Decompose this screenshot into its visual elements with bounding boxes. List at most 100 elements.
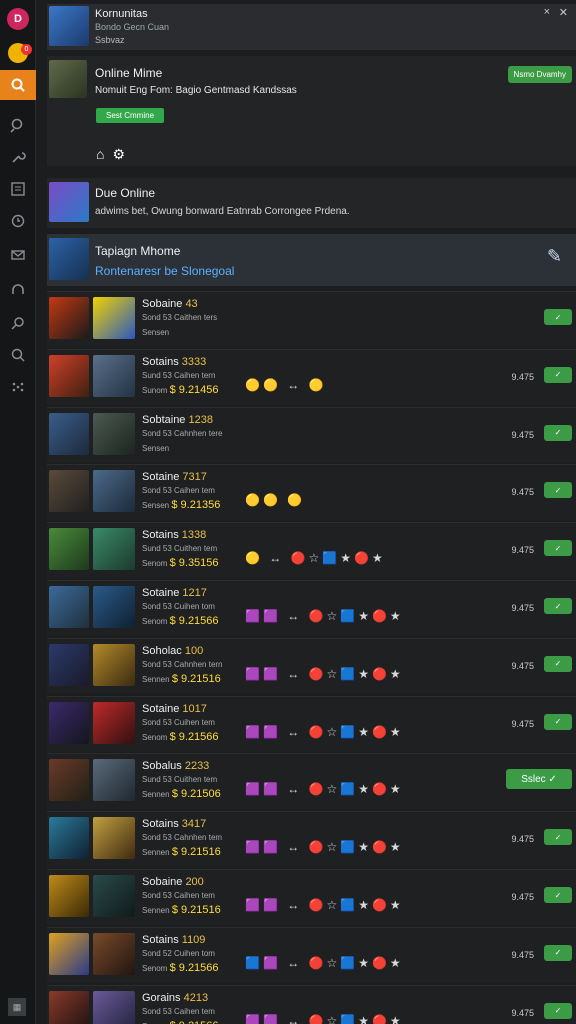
- featured-thumbnail: [49, 238, 89, 280]
- item-icon-thumbnail: [49, 643, 89, 686]
- item-price: $ 9.21566: [169, 961, 219, 974]
- nav-tools-button[interactable]: [3, 142, 33, 172]
- item-name: Sotaine 1017: [142, 702, 207, 715]
- item-meta: Sennen $ 9.21516: [142, 904, 221, 916]
- item-score: 9.475: [511, 718, 534, 729]
- community-title: Kornunitas: [95, 8, 148, 20]
- item-name: Sotains 1338: [142, 529, 207, 542]
- nav-search-button[interactable]: [3, 110, 33, 140]
- item-badges: 🟡 ↔ 🔴☆🟦★🔴★: [245, 551, 386, 566]
- avatar: 0: [8, 43, 32, 63]
- featured-card[interactable]: Tapiagn Mhome Rontenaresr be Slonegoal ✎: [47, 234, 576, 286]
- item-action-button[interactable]: ✓: [544, 424, 572, 441]
- item-avatar-thumbnail: [93, 412, 135, 455]
- news-action-button[interactable]: Nsmo Dvamhy: [507, 66, 572, 83]
- settings-icon[interactable]: ⚙: [112, 146, 133, 162]
- item-action-button[interactable]: Sslec ✓: [506, 769, 572, 790]
- item-action-button[interactable]: ✓: [544, 540, 572, 557]
- list-item[interactable]: Sotains 3417 Sond 53 Cahnhen tem Sennen $ …: [47, 811, 576, 868]
- close-button[interactable]: ✕: [559, 6, 568, 19]
- list-item[interactable]: Sotaine 1017 Sond 53 Cuihen tem Senom $ 9.…: [47, 695, 576, 752]
- nav-zoom-button[interactable]: [3, 340, 33, 370]
- item-badges: 🟪🟪 ↔ 🔴☆🟦★🔴★: [245, 1013, 404, 1024]
- item-icon-thumbnail: [49, 586, 89, 628]
- minimize-button[interactable]: ×: [544, 6, 550, 18]
- list-item[interactable]: Sotaine 7317 Sond 53 Caihen tem Sensen $ 9…: [47, 464, 576, 521]
- nav-library-button[interactable]: [3, 174, 33, 204]
- nav-audio-button[interactable]: [3, 275, 33, 305]
- item-action-button[interactable]: ✓: [544, 887, 572, 903]
- item-price: $ 9.21516: [171, 904, 221, 916]
- due-text: adwims bet, Owung bonward Eatnrab Corron…: [95, 206, 350, 217]
- app-logo[interactable]: D: [3, 4, 33, 34]
- item-action-button[interactable]: ✓: [544, 1002, 572, 1019]
- item-action-button[interactable]: ✓: [544, 598, 572, 614]
- list-item[interactable]: Sotains 3333 Sund 53 Caihen tern Sunom $ 9…: [47, 348, 576, 405]
- item-details: Sund 53 Cuithen tem: [142, 775, 218, 785]
- item-icon-thumbnail: [49, 817, 89, 860]
- item-action-button[interactable]: ✓: [544, 366, 572, 383]
- item-avatar-thumbnail: [93, 875, 135, 917]
- item-icon-thumbnail: [49, 528, 89, 571]
- item-meta: Sensen $ 9.21356: [142, 499, 221, 512]
- item-details: Sond 53 Cuihen tem: [142, 717, 215, 727]
- item-details: Sund 53 Cuithen tem: [142, 544, 218, 554]
- item-price: $ 9.21356: [171, 499, 221, 512]
- list-item[interactable]: Sotains 1338 Sund 53 Cuithen tem Senom $ 9…: [47, 522, 576, 579]
- community-meta: Ssbvaz: [95, 35, 125, 45]
- notification-badge: 0: [21, 44, 32, 55]
- nav-find-button[interactable]: [3, 308, 33, 338]
- item-details: Sond 52 Cuihen tom: [142, 948, 215, 958]
- list-item[interactable]: Sobaine 200 Sond 53 Caihen tem Sennen $ 9.…: [47, 869, 576, 925]
- settings-button[interactable]: ▦: [8, 998, 26, 1016]
- item-icon-thumbnail: [49, 759, 89, 802]
- item-price: $ 9.21516: [171, 846, 221, 859]
- news-text: Nomuit Eng Fom: Bagio Gentmasd Kandssas: [95, 85, 297, 96]
- item-details: Sond 53 Caihen tem: [142, 1006, 215, 1016]
- item-avatar-thumbnail: [93, 990, 135, 1024]
- list-item[interactable]: Soholac 100 Sond 53 Cahnhen tern Sennen $ …: [47, 637, 576, 694]
- item-action-button[interactable]: ✓: [544, 309, 572, 325]
- dots-icon: [12, 382, 24, 392]
- list-item[interactable]: Sobaine 43 Sond 53 Caithen ters Sensen ✓: [47, 291, 576, 347]
- magnifier-icon: [10, 118, 23, 133]
- item-action-button[interactable]: ✓: [544, 829, 572, 846]
- item-name: Sotaine 1217: [142, 587, 207, 599]
- user-avatar-button[interactable]: 0: [3, 38, 33, 68]
- main-panel: Kornunitas Bondo Gecn Cuan Ssbvaz × ✕ On…: [37, 0, 576, 1024]
- send-button[interactable]: Sest Cmmine: [96, 108, 165, 123]
- nav-history-button[interactable]: [3, 206, 33, 236]
- pin-icon[interactable]: ✎: [547, 246, 562, 267]
- featured-link[interactable]: Rontenaresr be Slonegoal: [95, 264, 234, 278]
- nav-more-button[interactable]: [3, 372, 33, 402]
- news-thumbnail: [49, 60, 87, 98]
- community-header: Kornunitas Bondo Gecn Cuan Ssbvaz × ✕: [47, 4, 576, 50]
- list-item[interactable]: Gorains 4213 Sond 53 Caihen tem Senom $ 9.…: [47, 984, 576, 1024]
- item-details: Sund 53 Caihen tern: [142, 370, 216, 380]
- news-icons: ⌂⚙: [96, 146, 133, 163]
- nav-messages-button[interactable]: [3, 240, 33, 270]
- headphones-icon: [12, 284, 24, 294]
- home-icon[interactable]: ⌂: [96, 146, 112, 162]
- item-icon-thumbnail: [49, 701, 89, 744]
- item-score: 9.475: [511, 949, 534, 960]
- item-badges: 🟪🟪 ↔ 🔴☆🟦★🔴★: [245, 609, 404, 623]
- item-meta: Sennen $ 9.21506: [142, 788, 221, 801]
- item-price: $ 9.21516: [171, 672, 221, 685]
- search-nav-button[interactable]: [0, 70, 36, 100]
- item-action-button[interactable]: ✓: [544, 655, 572, 672]
- item-name: Sobaine 43: [142, 298, 198, 310]
- item-action-button[interactable]: ✓: [544, 713, 572, 730]
- list-item[interactable]: Sotains 1109 Sond 52 Cuihen tom Senom $ 9.…: [47, 926, 576, 983]
- sidebar: D 0 ▦: [0, 0, 36, 1024]
- community-thumbnail: [49, 6, 89, 46]
- list-item[interactable]: Sobalus 2233 Sund 53 Cuithen tem Sennen $ …: [47, 753, 576, 810]
- list-item[interactable]: Sotaine 1217 Sond 53 Cuihen tom Senom $ 9.…: [47, 580, 576, 636]
- item-name: Gorains 4213: [142, 991, 209, 1004]
- item-name: Sotains 1109: [142, 933, 206, 946]
- item-action-button[interactable]: ✓: [544, 944, 572, 961]
- item-action-button[interactable]: ✓: [544, 482, 572, 499]
- list-item[interactable]: Sobtaine 1238 Sond 53 Cahnhen tere Sensen …: [47, 406, 576, 463]
- item-name: Sotains 3417: [142, 818, 207, 831]
- item-details: Sond 53 Cahnhen tem: [142, 833, 223, 843]
